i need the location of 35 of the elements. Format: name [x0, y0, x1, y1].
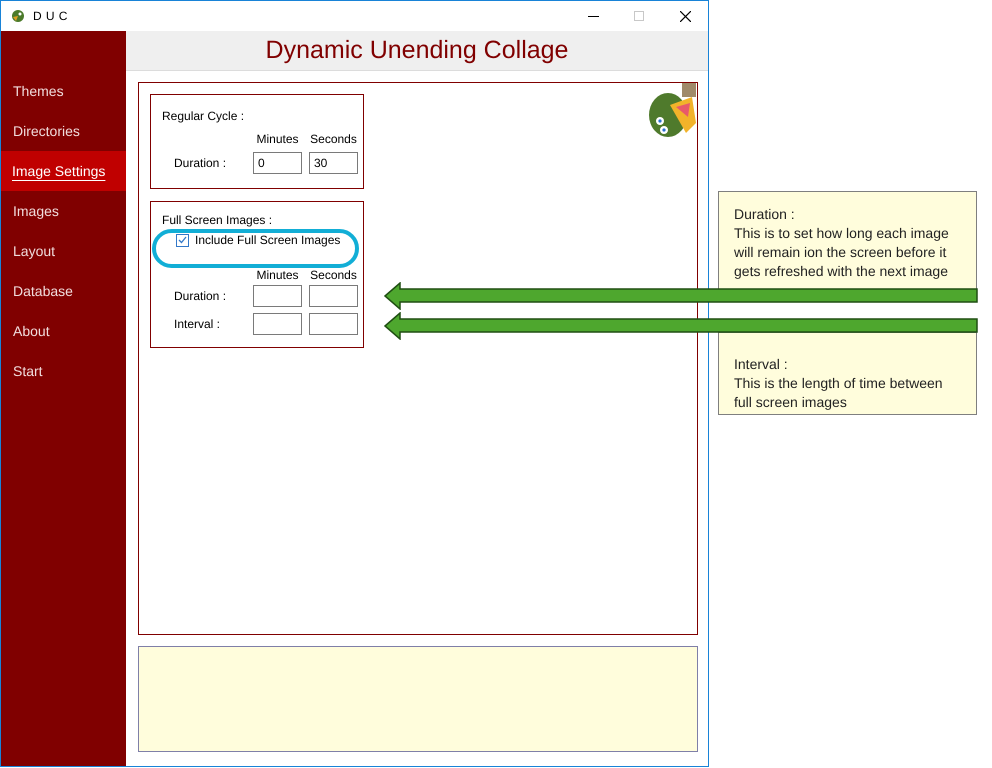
sidebar-item[interactable]: Image Settings — [1, 151, 126, 191]
window-title: DUC — [33, 8, 72, 25]
column-label: Minutes — [255, 268, 300, 282]
callout-title: Interval : — [734, 355, 789, 374]
time-field[interactable] — [253, 285, 302, 307]
duck-icon — [10, 8, 26, 24]
sidebar-item[interactable]: Database — [1, 271, 126, 311]
field-label[interactable]: Duration : — [162, 154, 246, 172]
callout-text: This is the length of time between full screen images — [734, 374, 944, 412]
maximize-icon — [634, 11, 644, 21]
app-title: Dynamic Unending Collage — [266, 34, 568, 66]
checkmark-icon — [178, 236, 187, 244]
callout-text: This is to set how long each image will remain ion the screen before it gets refreshed with the next image — [734, 224, 950, 281]
sidebar-item[interactable]: About — [1, 311, 126, 351]
column-label: Minutes — [255, 131, 300, 148]
time-field[interactable] — [309, 313, 358, 335]
time-field[interactable] — [309, 285, 358, 307]
sidebar-item[interactable]: Layout — [1, 231, 126, 271]
column-label: Seconds — [309, 268, 358, 282]
sidebar-item[interactable]: Images — [1, 191, 126, 231]
column-label: Seconds — [309, 131, 358, 148]
time-field[interactable] — [253, 313, 302, 335]
close-icon — [680, 10, 690, 22]
time-field[interactable]: 30 — [309, 152, 358, 174]
group-title: Full Screen Images : — [162, 212, 274, 228]
field-label[interactable]: Interval : — [162, 315, 246, 333]
sidebar-item[interactable]: Start — [1, 351, 126, 391]
callout-title: Duration : — [734, 205, 796, 224]
checkbox-label[interactable]: Include Full Screen Images — [195, 231, 340, 249]
checkbox[interactable] — [176, 234, 189, 246]
sidebar-item[interactable]: Directories — [1, 111, 126, 151]
group-title: Regular Cycle : — [162, 108, 246, 123]
field-label[interactable]: Duration : — [162, 287, 246, 305]
sidebar-item[interactable]: Themes — [1, 71, 126, 111]
time-field[interactable]: 0 — [253, 152, 302, 174]
